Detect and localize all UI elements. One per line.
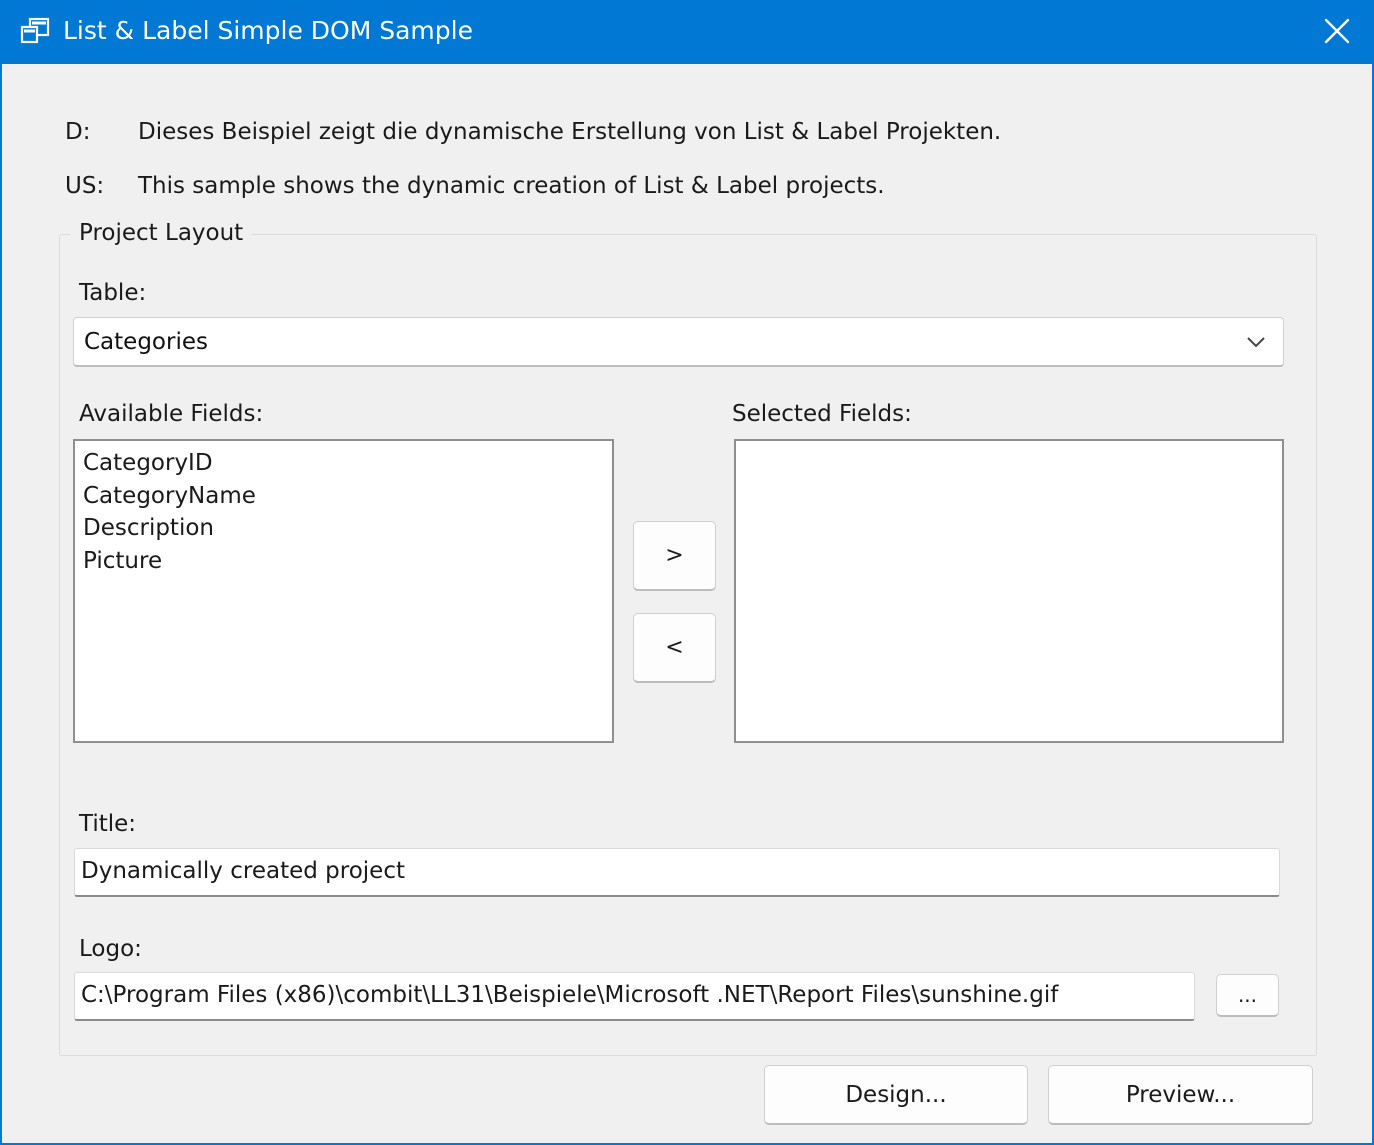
preview-button[interactable]: Preview... <box>1048 1065 1313 1125</box>
list-item[interactable]: CategoryName <box>83 480 256 513</box>
list-item[interactable]: CategoryID <box>83 447 256 480</box>
available-fields-listbox[interactable]: CategoryID CategoryName Description Picture <box>73 439 614 743</box>
add-field-button[interactable]: > <box>633 521 716 591</box>
available-fields-items: CategoryID CategoryName Description Picture <box>83 447 256 577</box>
table-label: Table: <box>79 280 147 306</box>
chevron-down-icon <box>1247 337 1265 348</box>
available-fields-label: Available Fields: <box>79 401 264 427</box>
close-button[interactable] <box>1300 0 1374 64</box>
title-label: Title: <box>79 811 137 837</box>
title-bar[interactable]: List & Label Simple DOM Sample <box>0 0 1374 64</box>
remove-field-button[interactable]: < <box>633 613 716 683</box>
design-button[interactable]: Design... <box>764 1065 1028 1125</box>
description-de-prefix: D: <box>65 119 91 145</box>
description-de-text: Dieses Beispiel zeigt die dynamische Ers… <box>138 119 1002 145</box>
logo-path-value: C:\Program Files (x86)\combit\LL31\Beisp… <box>81 982 1059 1008</box>
selected-fields-listbox[interactable] <box>734 439 1284 743</box>
browse-logo-button[interactable]: ... <box>1216 974 1279 1017</box>
dialog-client-area: D: Dieses Beispiel zeigt die dynamische … <box>2 64 1372 1143</box>
logo-path-input[interactable]: C:\Program Files (x86)\combit\LL31\Beisp… <box>74 972 1195 1021</box>
window-icon <box>20 17 50 44</box>
description-us-prefix: US: <box>65 173 105 199</box>
table-combobox[interactable]: Categories <box>73 317 1284 367</box>
list-item[interactable]: Picture <box>83 545 256 578</box>
close-icon <box>1324 18 1350 44</box>
selected-fields-label: Selected Fields: <box>732 401 912 427</box>
title-input[interactable]: Dynamically created project <box>74 848 1280 897</box>
description-us-text: This sample shows the dynamic creation o… <box>138 173 885 199</box>
project-layout-label: Project Layout <box>70 217 253 249</box>
list-item[interactable]: Description <box>83 512 256 545</box>
window-title: List & Label Simple DOM Sample <box>63 16 473 45</box>
table-combobox-value: Categories <box>84 329 208 355</box>
title-input-value: Dynamically created project <box>81 858 405 884</box>
logo-label: Logo: <box>79 936 142 962</box>
app-window: List & Label Simple DOM Sample D: Dieses… <box>0 0 1374 1145</box>
